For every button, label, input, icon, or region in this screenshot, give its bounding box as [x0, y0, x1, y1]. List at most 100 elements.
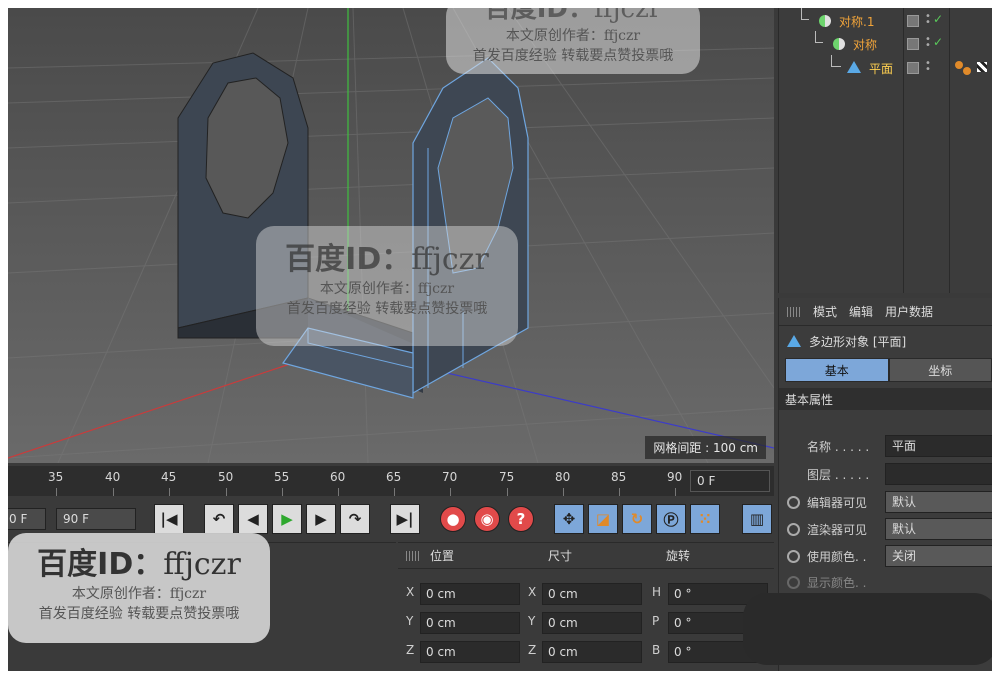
axis-label: Y	[406, 614, 414, 628]
object-manager: 对称.1 • • ✓ 对称 • • ✓ 平面 • •	[778, 8, 992, 293]
next-key-button[interactable]: ↷	[340, 504, 370, 534]
move-key-icon[interactable]: ✥	[554, 504, 584, 534]
coordinates-header: 位置 尺寸 旋转	[398, 543, 774, 569]
enabled-check-icon[interactable]: ✓	[933, 35, 943, 49]
tab-coord[interactable]: 坐标	[888, 358, 992, 382]
end-frame-field[interactable]: 90 F	[56, 508, 136, 530]
axis-label: B	[652, 643, 661, 657]
attribute-menu-bar: 模式 编辑 用户数据	[779, 298, 992, 326]
menu-user-data[interactable]: 用户数据	[885, 303, 933, 320]
record-key-button[interactable]: ●	[440, 506, 466, 532]
tick-mark	[450, 488, 451, 496]
editor-visible-row: 编辑器可见 默认	[779, 490, 992, 514]
render-visible-select[interactable]: 默认	[885, 518, 992, 540]
point-level-icon[interactable]: ⁙	[690, 504, 720, 534]
play-button[interactable]: ▶	[272, 504, 302, 534]
axis-label: X	[406, 585, 415, 599]
parameter-key-icon[interactable]: Ⓟ	[656, 504, 686, 534]
go-to-start-button[interactable]: |◀	[154, 504, 184, 534]
animate-radio-icon[interactable]	[787, 495, 800, 509]
layer-label: 图层 . . . . .	[807, 467, 870, 482]
size-y-field[interactable]: 0 cm	[542, 612, 642, 634]
menu-mode[interactable]: 模式	[813, 303, 837, 320]
object-name: 平面	[869, 61, 894, 76]
size-x-field[interactable]: 0 cm	[542, 583, 642, 605]
axis-label: X	[528, 585, 537, 599]
rotate-key-icon[interactable]: ↻	[622, 504, 652, 534]
animate-radio-icon[interactable]	[787, 522, 800, 536]
tick-label: 60	[330, 470, 346, 484]
watermark-line2: 首发百度经验 转载要点赞投票哦	[286, 301, 488, 317]
tab-basic[interactable]: 基本	[785, 358, 889, 382]
section-header: 基本属性	[779, 388, 992, 410]
position-header: 位置	[430, 549, 455, 563]
autokey-button[interactable]: ◉	[474, 506, 500, 532]
position-z-field[interactable]: 0 cm	[420, 641, 520, 663]
phong-tag-icon	[963, 67, 971, 75]
next-frame-button[interactable]: ▶	[306, 504, 336, 534]
enabled-check-icon[interactable]: ✓	[933, 12, 943, 26]
phong-tag-icon[interactable]	[955, 61, 963, 69]
tick-label: 90	[667, 470, 683, 484]
grip-icon	[787, 306, 801, 317]
object-row-symmetry-1[interactable]: 对称.1 • • ✓	[779, 8, 992, 32]
watermark-id: 百度ID：ffjczr	[285, 242, 489, 277]
go-to-end-button[interactable]: ▶|	[390, 504, 420, 534]
tick-label: 65	[386, 470, 402, 484]
layer-icon[interactable]	[907, 38, 919, 50]
timeline-window-icon[interactable]: ▥	[742, 504, 772, 534]
watermark-line1: 本文原创作者：ffjczr	[71, 586, 207, 602]
tick-label: 70	[442, 470, 458, 484]
watermark-line2: 首发百度经验 转载要点赞投票哦	[472, 48, 674, 64]
attribute-tabs: 基本 坐标	[785, 358, 992, 382]
watermark-bottom-left: 百度ID：ffjczr 本文原创作者：ffjczr 首发百度经验 转载要点赞投票…	[8, 533, 270, 643]
animate-radio-icon[interactable]	[787, 575, 800, 589]
menu-edit[interactable]: 编辑	[849, 303, 873, 320]
animate-radio-icon[interactable]	[787, 549, 800, 563]
previous-key-button[interactable]: ↶	[204, 504, 234, 534]
coord-row-z: Z 0 cm Z 0 cm B 0 °	[398, 639, 774, 665]
watermark-top: 百度ID：ffjczr 本文原创作者：ffjczr 首发百度经验 转载要点赞投票…	[446, 8, 700, 74]
start-frame-field[interactable]: 0 F	[8, 508, 46, 530]
visibility-dots-icon[interactable]: • •	[925, 35, 931, 51]
tick-mark	[394, 488, 395, 496]
grid-spacing-readout: 网格间距 : 100 cm	[645, 436, 766, 459]
position-y-field[interactable]: 0 cm	[420, 612, 520, 634]
watermark-id: 百度ID：ffjczr	[484, 8, 662, 24]
name-input[interactable]: 平面	[885, 435, 992, 457]
previous-frame-button[interactable]: ◀	[238, 504, 268, 534]
tick-mark	[169, 488, 170, 496]
position-x-field[interactable]: 0 cm	[420, 583, 520, 605]
watermark-line2: 首发百度经验 转载要点赞投票哦	[38, 606, 240, 622]
tick-mark	[619, 488, 620, 496]
watermark-line1: 本文原创作者：ffjczr	[505, 28, 641, 44]
timeline-ruler[interactable]: 35 40 45 50 55 60 65 70 75 80 85 90 0 F	[8, 466, 774, 496]
current-frame-field[interactable]: 0 F	[690, 470, 770, 492]
visibility-dots-icon[interactable]: • •	[925, 12, 931, 28]
size-z-field[interactable]: 0 cm	[542, 641, 642, 663]
name-label: 名称 . . . . .	[807, 439, 870, 454]
display-color-row: 显示颜色. .	[779, 570, 992, 594]
watermark-id: 百度ID：ffjczr	[37, 547, 241, 582]
texture-tag-icon[interactable]	[977, 62, 987, 72]
tree-line	[801, 8, 809, 20]
scale-key-icon[interactable]: ◪	[588, 504, 618, 534]
editor-visible-select[interactable]: 默认	[885, 491, 992, 513]
use-color-label: 使用颜色. .	[807, 549, 867, 564]
editor-visible-label: 编辑器可见	[807, 495, 868, 510]
layer-input[interactable]	[885, 463, 992, 485]
tick-label: 75	[499, 470, 515, 484]
use-color-select[interactable]: 关闭	[885, 545, 992, 567]
layer-icon[interactable]	[907, 15, 919, 27]
object-row-symmetry[interactable]: 对称 • • ✓	[779, 31, 992, 55]
axis-label: P	[652, 614, 660, 628]
visibility-dots-icon[interactable]: • •	[925, 59, 931, 75]
coord-row-x: X 0 cm X 0 cm H 0 °	[398, 581, 774, 607]
render-visible-label: 渲染器可见	[807, 522, 868, 537]
keyframe-selection-button[interactable]: ?	[508, 506, 534, 532]
layer-icon[interactable]	[907, 62, 919, 74]
symmetry-icon	[819, 15, 831, 27]
object-row-plane[interactable]: 平面 • •	[779, 55, 992, 79]
object-type-label: 多边形对象 [平面]	[809, 334, 907, 349]
grip-icon	[406, 551, 420, 561]
